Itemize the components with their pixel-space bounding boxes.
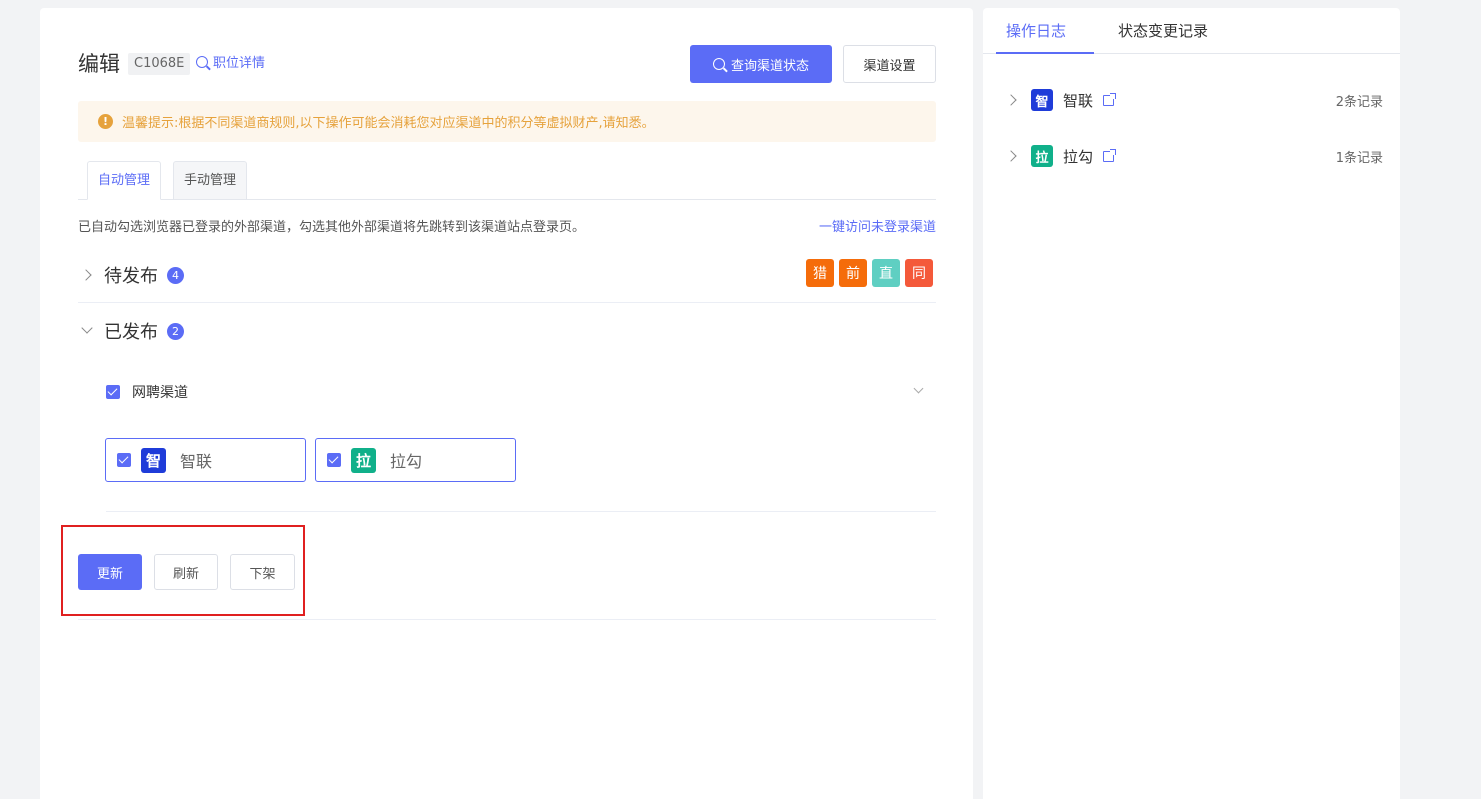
log-channel-name: 智联 — [1063, 91, 1094, 110]
chevron-right-icon — [80, 269, 92, 281]
divider — [106, 511, 936, 512]
tab-status-change-log[interactable]: 状态变更记录 — [1118, 20, 1208, 42]
active-tab-underline — [996, 52, 1094, 54]
channel-settings-button[interactable]: 渠道设置 — [843, 45, 936, 83]
channel-badge-qian: 前 — [839, 259, 867, 287]
log-channel-name: 拉勾 — [1063, 147, 1094, 166]
chevron-right-icon — [1005, 150, 1017, 162]
lagou-logo: 拉 — [1031, 145, 1053, 167]
chevron-right-icon — [1005, 94, 1017, 106]
query-channel-status-button[interactable]: 查询渠道状态 — [690, 45, 832, 83]
published-count-badge: 2 — [167, 322, 184, 340]
log-row-zhilian[interactable]: 智 智联 2条记录 — [1003, 88, 1383, 112]
zhilian-logo: 智 — [141, 447, 166, 473]
channel-checkbox[interactable] — [117, 453, 131, 467]
pending-channel-badges: 猎 前 直 同 — [806, 259, 933, 287]
group-label: 网聘渠道 — [132, 385, 188, 401]
channel-card-lagou[interactable]: 拉 拉勾 — [315, 438, 516, 482]
chevron-down-icon — [81, 322, 93, 334]
log-panel: 操作日志 状态变更记录 智 智联 2条记录 拉 拉勾 1条记录 — [983, 8, 1400, 799]
zhilian-logo: 智 — [1031, 89, 1053, 111]
pending-title: 待发布 — [104, 266, 158, 287]
channel-checkbox[interactable] — [327, 453, 341, 467]
external-link-icon[interactable] — [1103, 92, 1117, 106]
page-title: 编辑 — [78, 52, 120, 76]
chevron-down-icon[interactable] — [913, 383, 924, 394]
online-recruit-group[interactable]: 网聘渠道 — [106, 382, 936, 402]
lagou-logo: 拉 — [351, 447, 376, 473]
group-checkbox[interactable] — [106, 385, 120, 399]
search-icon — [712, 58, 725, 70]
divider — [78, 619, 936, 620]
warning-text: 温馨提示:根据不同渠道商规则,以下操作可能会消耗您对应渠道中的积分等虚拟财产,请… — [122, 116, 655, 131]
external-link-icon[interactable] — [1103, 148, 1117, 162]
log-row-lagou[interactable]: 拉 拉勾 1条记录 — [1003, 144, 1383, 168]
auto-description: 已自动勾选浏览器已登录的外部渠道，勾选其他外部渠道将先跳转到该渠道站点登录页。 — [78, 220, 586, 235]
management-tabs: 自动管理 手动管理 — [78, 161, 936, 200]
visit-unlogged-channels-link[interactable]: 一键访问未登录渠道 — [819, 219, 936, 237]
channel-badge-tong: 同 — [905, 259, 933, 287]
log-count: 2条记录 — [1335, 94, 1383, 110]
warning-icon: ! — [98, 114, 113, 129]
query-channel-status-label: 查询渠道状态 — [730, 58, 809, 74]
channel-badge-lie: 猎 — [806, 259, 834, 287]
published-section-header[interactable]: 已发布 2 — [78, 311, 936, 351]
update-button[interactable]: 更新 — [78, 554, 142, 590]
published-title: 已发布 — [104, 322, 158, 343]
log-count: 1条记录 — [1335, 150, 1383, 166]
channel-name: 智联 — [180, 452, 213, 471]
job-detail-label: 职位详情 — [213, 56, 266, 71]
channel-name: 拉勾 — [390, 452, 423, 471]
divider — [78, 302, 936, 303]
log-tabs: 操作日志 状态变更记录 — [983, 8, 1400, 54]
offline-button[interactable]: 下架 — [230, 554, 295, 590]
search-icon — [196, 56, 208, 68]
warning-notice: ! 温馨提示:根据不同渠道商规则,以下操作可能会消耗您对应渠道中的积分等虚拟财产… — [78, 101, 936, 142]
channel-badge-zhi: 直 — [872, 259, 900, 287]
pending-count-badge: 4 — [167, 266, 184, 284]
tab-auto-management[interactable]: 自动管理 — [87, 161, 162, 200]
tab-manual-management[interactable]: 手动管理 — [173, 161, 248, 200]
edit-panel: 编辑 C1068E 职位详情 查询渠道状态 渠道设置 ! 温馨提示:根据不同渠道… — [40, 8, 973, 799]
channel-card-zhilian[interactable]: 智 智联 — [105, 438, 306, 482]
refresh-button[interactable]: 刷新 — [154, 554, 218, 590]
job-code-badge: C1068E — [128, 53, 191, 75]
tab-operation-log[interactable]: 操作日志 — [1006, 20, 1066, 42]
job-detail-link[interactable]: 职位详情 — [196, 54, 265, 74]
